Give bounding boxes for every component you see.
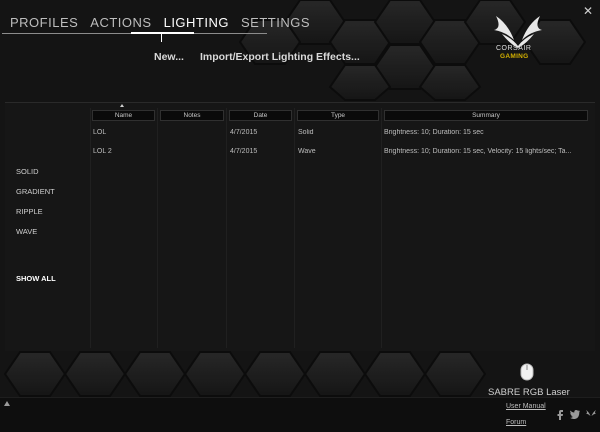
brand-name: CORSAIR [496,45,532,52]
column-header-summary[interactable]: Summary [384,110,588,121]
brand-subtitle: GAMING [500,53,529,60]
column-header-type[interactable]: Type [297,110,379,121]
filter-ripple[interactable]: RIPPLE [16,207,55,227]
tab-profiles[interactable]: PROFILES [8,15,88,35]
corsair-icon[interactable] [585,408,597,420]
column-divider [226,108,227,348]
filter-show-all[interactable]: SHOW ALL [16,274,56,283]
effect-type-filter: SOLID GRADIENT RIPPLE WAVE [16,167,55,247]
cell-date: 4/7/2015 [230,148,258,155]
sort-ascending-icon [120,104,124,107]
forum-link[interactable]: Forum [506,419,526,426]
column-divider [381,108,382,348]
cell-date: 4/7/2015 [230,129,258,136]
active-tab-caret [161,34,162,42]
filter-wave[interactable]: WAVE [16,227,55,247]
close-button[interactable]: ✕ [583,4,593,18]
tab-settings[interactable]: SETTINGS [239,15,320,35]
user-manual-link[interactable]: User Manual [506,403,546,410]
cell-type: Solid [298,129,314,136]
column-header-notes[interactable]: Notes [160,110,224,121]
cell-type: Wave [298,148,316,155]
filter-gradient[interactable]: GRADIENT [16,187,55,207]
cell-summary: Brightness: 10; Duration: 15 sec, Veloci… [384,148,572,155]
lighting-subnav: New... Import/Export Lighting Effects... [154,51,360,63]
column-divider [157,108,158,348]
expand-up-icon[interactable] [4,401,10,406]
cell-name: LOL [93,129,107,136]
mouse-icon[interactable] [520,363,534,381]
column-header-name[interactable]: Name [92,110,155,121]
cell-name: LOL 2 [93,148,112,155]
facebook-icon[interactable] [554,408,566,420]
filter-solid[interactable]: SOLID [16,167,55,187]
active-tab-indicator [131,32,194,34]
cell-summary: Brightness: 10; Duration: 15 sec [384,129,484,136]
column-divider [294,108,295,348]
column-divider [90,108,91,348]
column-header-date[interactable]: Date [229,110,292,121]
new-lighting-button[interactable]: New... [154,51,184,63]
twitter-icon[interactable] [569,408,581,420]
import-export-button[interactable]: Import/Export Lighting Effects... [200,51,360,63]
